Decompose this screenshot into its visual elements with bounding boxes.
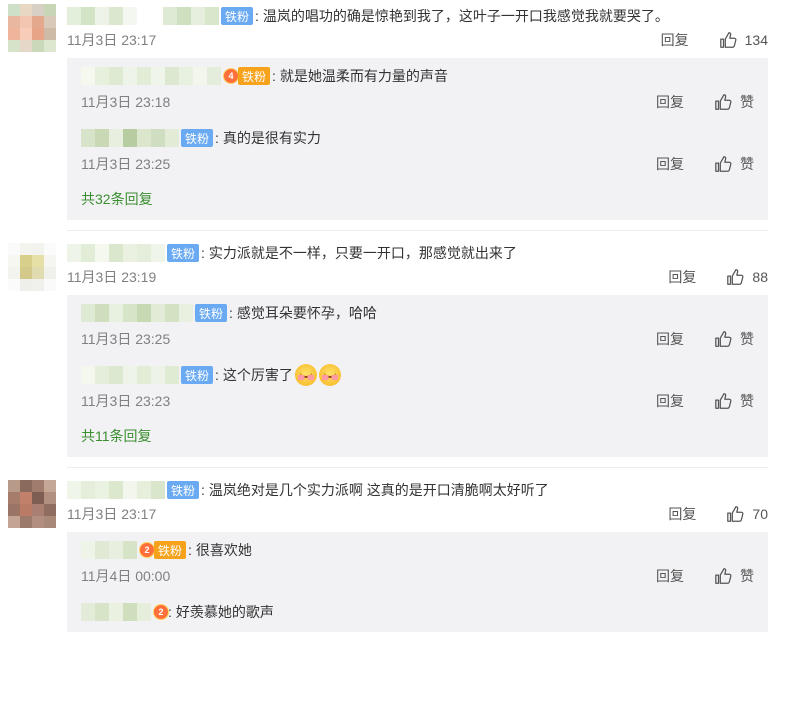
smiling-face-emoji-icon xyxy=(318,364,341,386)
reply-button[interactable]: 回复 xyxy=(656,154,684,174)
reply-list: 2 铁粉 : 很喜欢她 11月4日 00:00 回复 赞 2 : 好羡慕她的歌声 xyxy=(67,532,768,632)
like-label: 赞 xyxy=(740,156,754,172)
fan-badge[interactable]: 铁粉 xyxy=(221,7,254,25)
reply-list: 4 铁粉 : 就是她温柔而有力量的声音 11月3日 23:18 回复 赞 铁粉 xyxy=(67,58,768,220)
username-blurred[interactable] xyxy=(81,67,221,85)
reply-time: 11月3日 23:23 xyxy=(81,393,171,409)
like-button[interactable]: 134 xyxy=(719,31,768,49)
reply-item: 铁粉 : 感觉耳朵要怀孕，哈哈 11月3日 23:25 回复 赞 xyxy=(81,304,754,349)
comment-time: 11月3日 23:17 xyxy=(67,506,157,522)
fan-badge[interactable]: 铁粉 xyxy=(154,541,187,559)
like-label: 赞 xyxy=(740,568,754,584)
thumbs-up-icon xyxy=(715,94,732,110)
fan-badge[interactable]: 铁粉 xyxy=(238,67,271,85)
fan-badge[interactable]: 铁粉 xyxy=(167,244,200,262)
reply-button[interactable]: 回复 xyxy=(656,566,684,586)
reply-item: 2 铁粉 : 很喜欢她 11月4日 00:00 回复 赞 xyxy=(81,541,754,586)
fan-level-crown-icon: 4 xyxy=(223,68,239,84)
divider xyxy=(67,467,768,468)
username-blurred[interactable] xyxy=(81,541,137,559)
username-blurred[interactable] xyxy=(81,304,193,322)
reply-button[interactable]: 回复 xyxy=(656,391,684,411)
reply-item: 铁粉 : 这个厉害了 11月3日 23:23 回复 赞 xyxy=(81,361,754,413)
like-button[interactable]: 赞 xyxy=(714,92,754,112)
fan-badge[interactable]: 铁粉 xyxy=(167,481,200,499)
thumbs-up-icon xyxy=(727,506,744,522)
username-blurred[interactable] xyxy=(81,129,179,147)
like-button[interactable]: 赞 xyxy=(714,154,754,174)
thumbs-up-icon xyxy=(715,331,732,347)
reply-time: 11月4日 00:00 xyxy=(81,568,171,584)
username-blurred[interactable] xyxy=(67,481,165,499)
reply-text: 真的是很有实力 xyxy=(222,130,321,146)
fan-badge[interactable]: 铁粉 xyxy=(195,304,228,322)
more-replies-link[interactable]: 共11条回复 xyxy=(81,423,754,449)
like-label: 赞 xyxy=(740,94,754,110)
smiling-face-emoji-icon xyxy=(294,364,317,386)
avatar[interactable] xyxy=(8,4,56,52)
reply-time: 11月3日 23:18 xyxy=(81,94,171,110)
fan-level-crown-icon: 2 xyxy=(153,604,169,620)
reply-button[interactable]: 回复 xyxy=(656,329,684,349)
reply-text: 很喜欢她 xyxy=(195,542,252,558)
reply-time: 11月3日 23:25 xyxy=(81,156,171,172)
reply-text: 感觉耳朵要怀孕，哈哈 xyxy=(236,305,377,321)
comment-time: 11月3日 23:19 xyxy=(67,269,157,285)
like-button[interactable]: 88 xyxy=(726,268,768,286)
like-button[interactable]: 70 xyxy=(726,505,768,523)
fan-badge[interactable]: 铁粉 xyxy=(181,366,214,384)
divider xyxy=(67,230,768,231)
comment-time: 11月3日 23:17 xyxy=(67,32,157,48)
like-count: 88 xyxy=(752,269,768,285)
reply-item: 铁粉 : 真的是很有实力 11月3日 23:25 回复 赞 xyxy=(81,129,754,174)
like-label: 赞 xyxy=(740,331,754,347)
like-button[interactable]: 赞 xyxy=(714,329,754,349)
reply-button[interactable]: 回复 xyxy=(668,267,696,287)
avatar[interactable] xyxy=(8,480,56,528)
thumbs-up-icon xyxy=(719,32,737,48)
username-blurred[interactable] xyxy=(67,7,219,25)
reply-item: 2 : 好羡慕她的歌声 xyxy=(81,598,754,624)
avatar[interactable] xyxy=(8,243,56,291)
username-blurred[interactable] xyxy=(81,366,179,384)
comment-text: 温岚绝对是几个实力派啊 这真的是开口清脆啊太好听了 xyxy=(208,482,549,498)
fan-level-crown-icon: 2 xyxy=(139,542,155,558)
reply-text: 好羡慕她的歌声 xyxy=(175,604,274,620)
reply-item: 4 铁粉 : 就是她温柔而有力量的声音 11月3日 23:18 回复 赞 xyxy=(81,67,754,112)
more-replies-link[interactable]: 共32条回复 xyxy=(81,186,754,212)
fan-badge[interactable]: 铁粉 xyxy=(181,129,214,147)
comment-text: 实力派就是不一样，只要一开口，那感觉就出来了 xyxy=(208,245,517,261)
reply-text: 就是她温柔而有力量的声音 xyxy=(279,68,448,84)
like-label: 赞 xyxy=(740,393,754,409)
username-blurred[interactable] xyxy=(67,244,165,262)
like-button[interactable]: 赞 xyxy=(714,566,754,586)
reply-button[interactable]: 回复 xyxy=(668,504,696,524)
username-blurred[interactable] xyxy=(81,603,151,621)
like-button[interactable]: 赞 xyxy=(714,391,754,411)
reply-time: 11月3日 23:25 xyxy=(81,331,171,347)
thumbs-up-icon xyxy=(715,393,732,409)
reply-text: 这个厉害了 xyxy=(222,367,293,383)
reply-button[interactable]: 回复 xyxy=(661,30,689,50)
reply-button[interactable]: 回复 xyxy=(656,92,684,112)
comment: 铁粉 : 温岚绝对是几个实力派啊 这真的是开口清脆啊太好听了 11月3日 23:… xyxy=(0,478,786,632)
reply-list: 铁粉 : 感觉耳朵要怀孕，哈哈 11月3日 23:25 回复 赞 铁粉 : 这个… xyxy=(67,295,768,457)
comment-text: 温岚的唱功的确是惊艳到我了，这叶子一开口我感觉我就要哭了。 xyxy=(262,8,669,24)
like-count: 134 xyxy=(744,32,768,48)
thumbs-up-icon xyxy=(715,568,732,584)
thumbs-up-icon xyxy=(727,269,744,285)
comment: 铁粉 : 实力派就是不一样，只要一开口，那感觉就出来了 11月3日 23:19 … xyxy=(0,241,786,468)
comment: 铁粉 : 温岚的唱功的确是惊艳到我了，这叶子一开口我感觉我就要哭了。 11月3日… xyxy=(0,0,786,231)
thumbs-up-icon xyxy=(715,156,732,172)
like-count: 70 xyxy=(752,506,768,522)
